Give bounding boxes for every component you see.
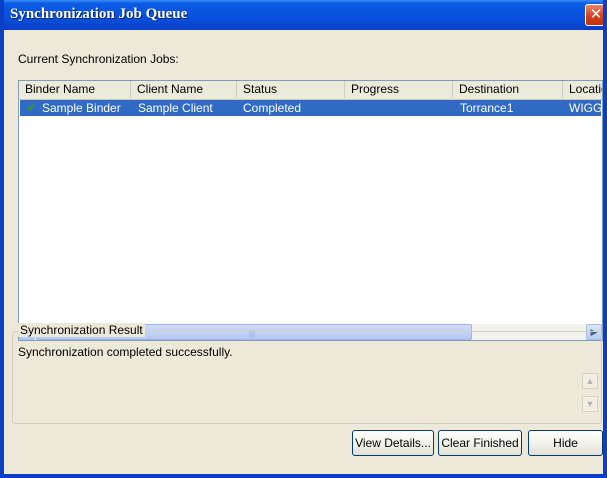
close-icon: ✕ bbox=[589, 5, 603, 23]
column-header-progress[interactable]: Progress bbox=[345, 81, 453, 98]
clear-finished-button[interactable]: Clear Finished bbox=[438, 430, 522, 456]
table-row[interactable]: ✔ Sample Binder Sample Client Completed … bbox=[20, 100, 601, 116]
window-title: Synchronization Job Queue bbox=[10, 6, 188, 22]
hide-button[interactable]: Hide bbox=[528, 430, 603, 456]
jobs-list-label: Current Synchronization Jobs: bbox=[18, 52, 179, 66]
column-header-status[interactable]: Status bbox=[237, 81, 345, 98]
result-scroll-up-button[interactable]: ▲ bbox=[582, 373, 598, 389]
result-scroll-down-button[interactable]: ▼ bbox=[582, 396, 598, 412]
chevron-down-icon: ▼ bbox=[585, 399, 595, 409]
cell-progress bbox=[351, 100, 451, 116]
column-header-client-name[interactable]: Client Name bbox=[131, 81, 237, 98]
column-header-destination[interactable]: Destination bbox=[453, 81, 563, 98]
column-header-location[interactable]: Locatio bbox=[563, 81, 602, 98]
cell-binder-name: Sample Binder bbox=[42, 101, 121, 115]
result-group-label: Synchronization Result bbox=[18, 323, 145, 337]
jobs-list[interactable]: Binder Name Client Name Status Progress … bbox=[18, 80, 603, 341]
title-bar[interactable]: Synchronization Job Queue ✕ bbox=[4, 0, 603, 30]
cell-status: Completed bbox=[243, 101, 302, 115]
view-details-button[interactable]: View Details... bbox=[352, 430, 434, 456]
close-button[interactable]: ✕ bbox=[585, 4, 603, 26]
cell-client-name: Sample Client bbox=[138, 101, 213, 115]
result-message: Synchronization completed successfully. bbox=[18, 345, 233, 359]
cell-location: WIGGI bbox=[569, 101, 601, 115]
cell-destination: Torrance1 bbox=[460, 101, 514, 115]
sync-job-queue-window: Synchronization Job Queue ✕ Current Sync… bbox=[0, 0, 607, 478]
check-icon: ✔ bbox=[26, 100, 37, 115]
dialog-content: Current Synchronization Jobs: Binder Nam… bbox=[4, 30, 603, 474]
column-header-binder-name[interactable]: Binder Name bbox=[19, 81, 131, 98]
chevron-up-icon: ▲ bbox=[585, 376, 595, 386]
list-header: Binder Name Client Name Status Progress … bbox=[19, 81, 602, 100]
